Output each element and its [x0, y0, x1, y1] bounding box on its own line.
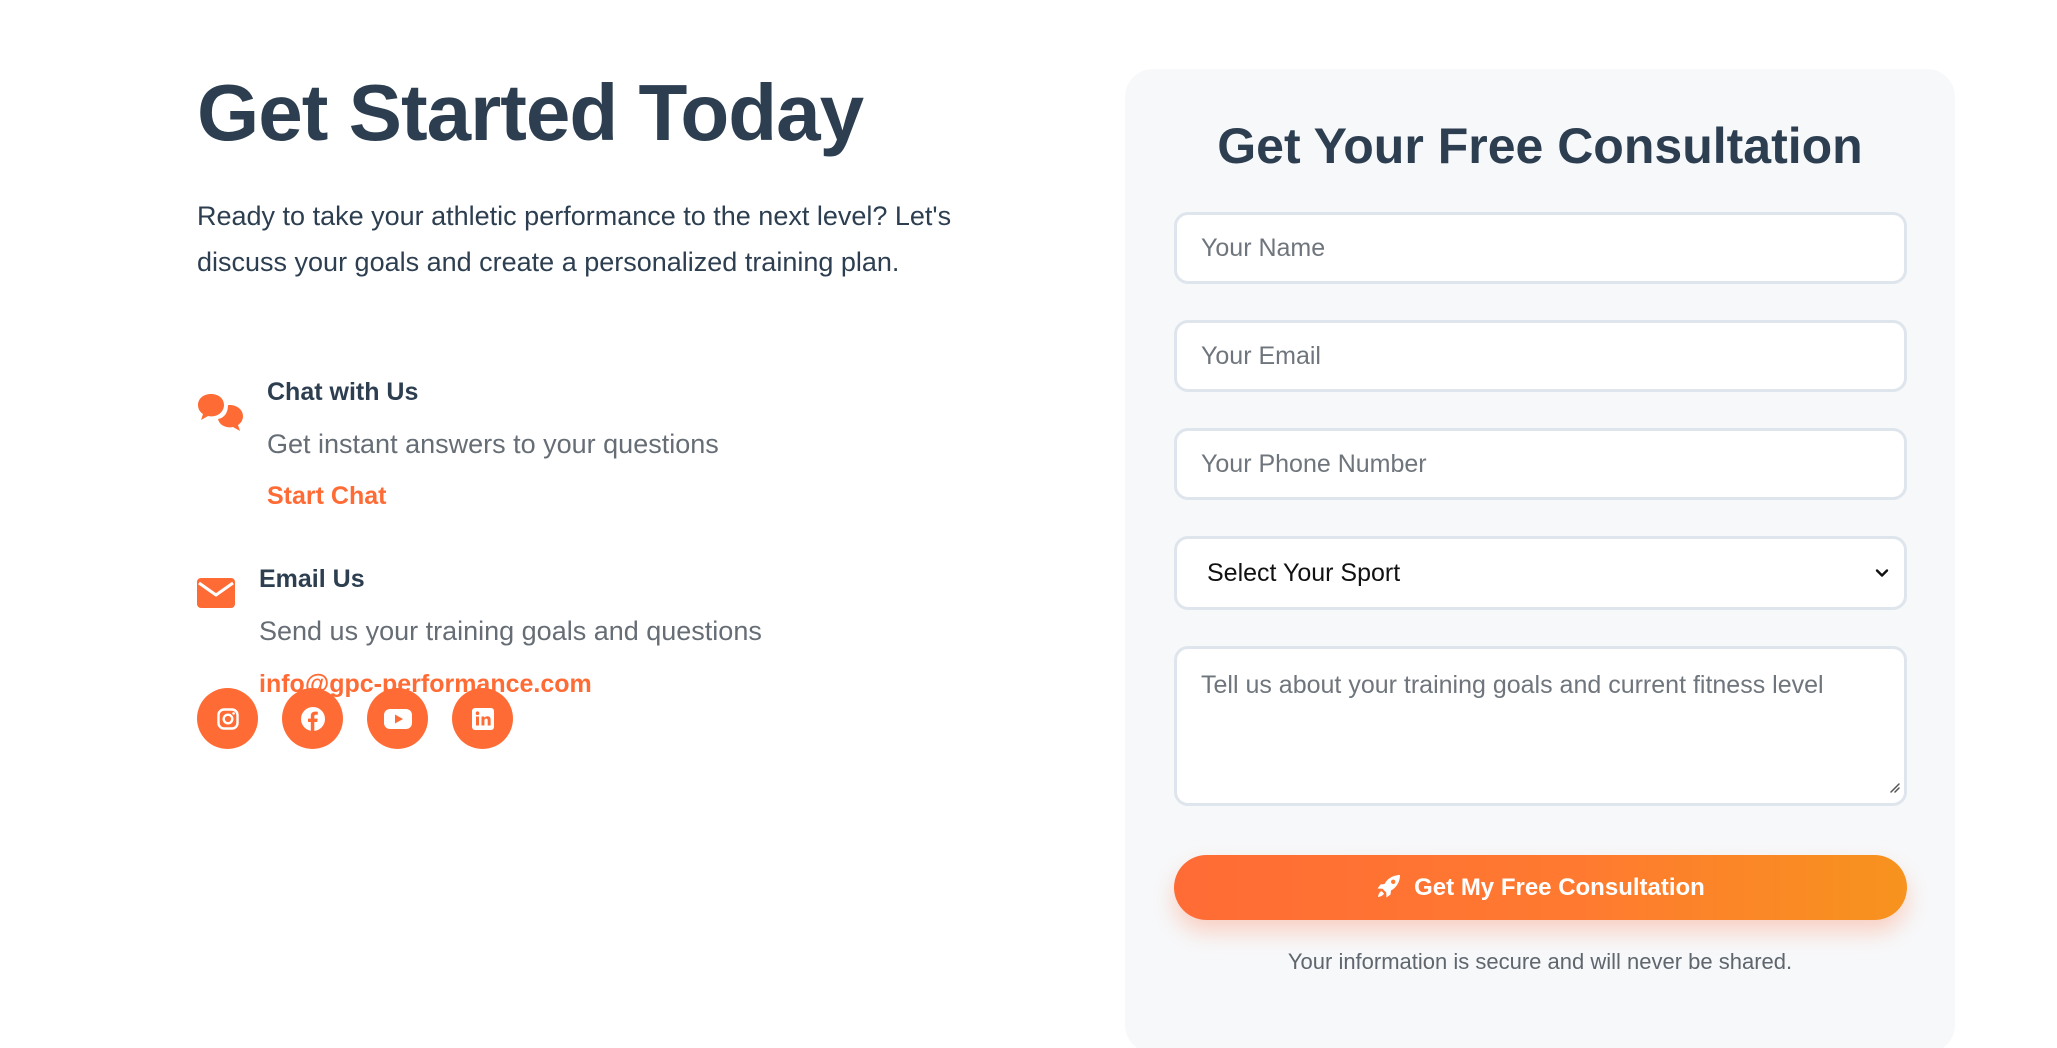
envelope-icon	[197, 578, 235, 608]
page-title: Get Started Today	[197, 68, 864, 157]
instagram-icon	[216, 707, 239, 730]
youtube-link[interactable]	[367, 688, 428, 749]
form-title: Get Your Free Consultation	[1217, 118, 1863, 174]
submit-label: Get My Free Consultation	[1414, 873, 1705, 901]
chevron-down-icon	[1874, 559, 1890, 588]
email-field[interactable]	[1174, 320, 1907, 392]
chat-contact-block: Chat with Us Get instant answers to your…	[197, 328, 897, 510]
goals-textarea[interactable]	[1174, 646, 1907, 806]
chat-icon	[197, 392, 245, 432]
email-description: Send us your training goals and question…	[259, 616, 762, 646]
submit-consultation-button[interactable]: Get My Free Consultation	[1174, 855, 1907, 920]
instagram-link[interactable]	[197, 688, 258, 749]
sport-select-value: Select Your Sport	[1207, 558, 1401, 587]
linkedin-link[interactable]	[452, 688, 513, 749]
privacy-note: Your information is secure and will neve…	[1287, 949, 1793, 974]
name-field[interactable]	[1174, 212, 1907, 284]
facebook-link[interactable]	[282, 688, 343, 749]
consultation-form-card: Get Your Free Consultation Select Your S…	[1125, 69, 1955, 1048]
start-chat-link[interactable]: Start Chat	[267, 482, 386, 511]
get-started-section: Get Started Today Ready to take your ath…	[197, 60, 1057, 749]
linkedin-icon	[471, 707, 494, 730]
rocket-icon	[1376, 873, 1402, 902]
chat-description: Get instant answers to your questions	[267, 429, 719, 459]
phone-field[interactable]	[1174, 428, 1907, 500]
intro-text: Ready to take your athletic performance …	[197, 201, 952, 277]
email-contact-block: Email Us Send us your training goals and…	[197, 515, 897, 698]
resize-grip-icon[interactable]	[1888, 780, 1900, 798]
social-links	[197, 688, 513, 749]
goals-field-wrapper	[1125, 646, 1955, 806]
youtube-icon	[383, 708, 412, 729]
chat-title: Chat with Us	[267, 378, 419, 406]
sport-select[interactable]: Select Your Sport	[1174, 536, 1907, 610]
email-title: Email Us	[259, 565, 365, 593]
facebook-icon	[300, 706, 325, 731]
